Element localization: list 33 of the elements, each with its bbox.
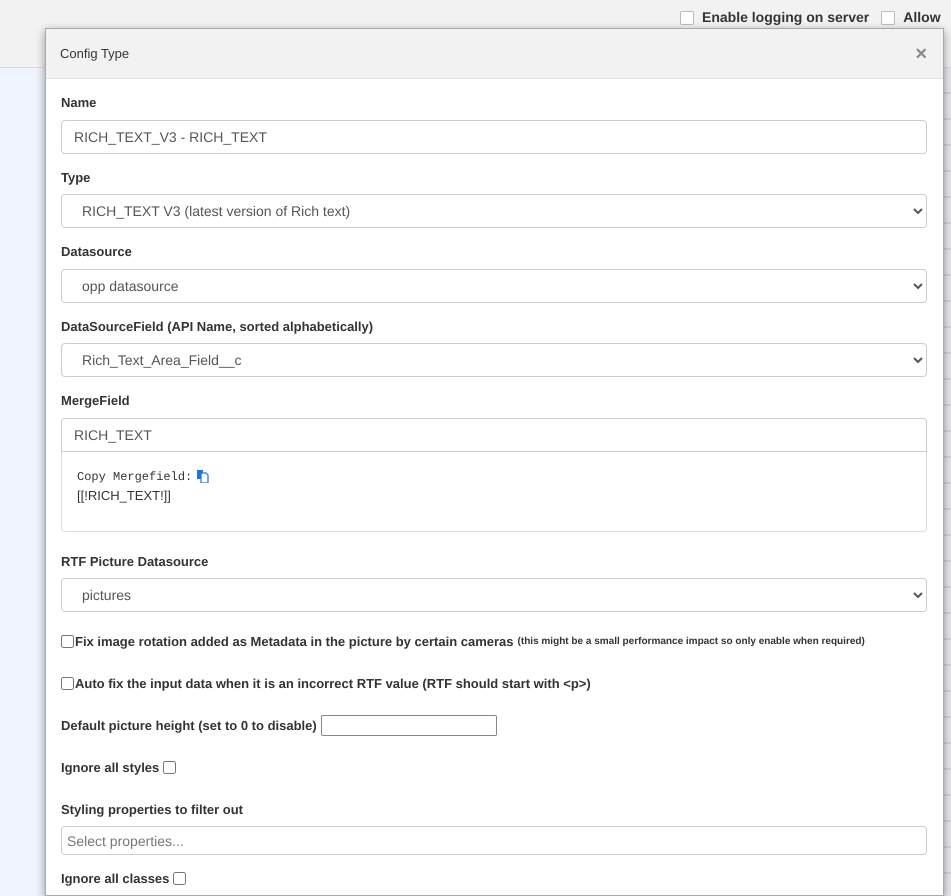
dialog-title: Config Type — [60, 44, 130, 63]
field-label: Datasource — [61, 243, 133, 261]
merge-code: [[!RICH_TEXT!]] — [77, 486, 172, 505]
option-label: Enable logging on server — [702, 8, 870, 27]
dropdown[interactable]: RICH_TEXT V3 (latest version of Rich text) — [61, 194, 927, 228]
checkbox[interactable] — [61, 635, 74, 648]
checkbox-label: Ignore all classes — [61, 870, 170, 888]
option-label: Allow — [903, 8, 941, 27]
field-label: Default picture height (set to 0 to disable) — [61, 716, 317, 735]
dropdown[interactable]: opp datasource — [61, 268, 927, 302]
checkbox[interactable] — [173, 872, 186, 886]
checkbox-label: Ignore all styles — [61, 759, 160, 777]
checkbox-label: Fix image rotation added as Metadata in the picture by certain cameras — [75, 633, 514, 651]
field-label: Name — [61, 94, 98, 112]
field-label: Type — [61, 168, 92, 187]
checkbox-label: Auto fix the input data when it is an incorrect RTF value (RTF should start with <p>) — [75, 674, 591, 693]
number-field[interactable] — [320, 715, 497, 736]
checkbox[interactable] — [61, 676, 74, 690]
field-label: DataSourceField (API Name, sorted alphabetically) — [61, 318, 374, 336]
multiselect-field[interactable]: Select properties... — [61, 826, 927, 855]
field-label: MergeField — [61, 392, 131, 410]
hint-text: (this might be a small performance impact so only enable when required) — [518, 635, 865, 650]
checkbox[interactable] — [163, 761, 176, 774]
dropdown[interactable]: pictures — [61, 578, 927, 612]
text-field[interactable]: RICH_TEXT — [61, 418, 927, 452]
text-field[interactable]: RICH_TEXT_V3 - RICH_TEXT — [61, 120, 927, 154]
checkbox[interactable] — [881, 10, 896, 24]
field-label: RTF Picture Datasource — [61, 552, 210, 570]
copy-label: Copy Mergefield: — [77, 468, 192, 486]
dropdown[interactable]: Rich_Text_Area_Field__c — [61, 343, 927, 377]
copy-icon[interactable] — [196, 470, 210, 483]
checkbox[interactable] — [680, 10, 694, 24]
field-label: Styling properties to filter out — [61, 800, 244, 819]
